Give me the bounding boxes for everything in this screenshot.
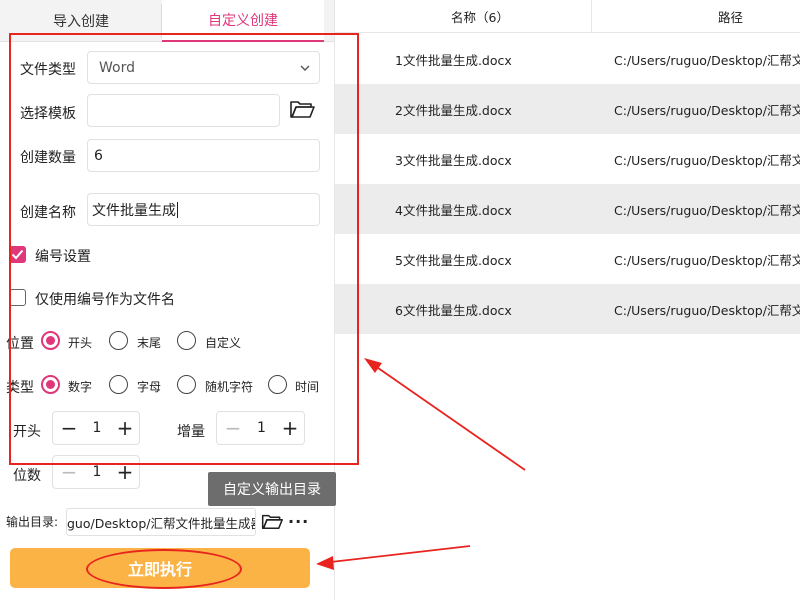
count-label: 创建数量 xyxy=(20,150,76,166)
file-path-cell: C:/Users/ruguo/Desktop/汇帮文件 xyxy=(614,102,800,118)
path-column-header[interactable]: 路径 xyxy=(614,0,800,32)
start-increment-button[interactable]: + xyxy=(111,412,139,444)
only-number-checkbox[interactable] xyxy=(9,289,26,306)
type-number-radio[interactable] xyxy=(41,375,60,394)
template-input[interactable] xyxy=(87,94,280,127)
table-row[interactable]: 4文件批量生成.docx C:/Users/ruguo/Desktop/汇帮文件 xyxy=(335,184,800,234)
file-type-value: Word xyxy=(99,59,135,76)
file-path-cell: C:/Users/ruguo/Desktop/汇帮文件 xyxy=(614,302,800,318)
text-cursor xyxy=(177,201,178,218)
output-dir-label: 输出目录: xyxy=(6,515,59,529)
table-row[interactable]: 2文件批量生成.docx C:/Users/ruguo/Desktop/汇帮文件 xyxy=(335,84,800,134)
numbering-checkbox[interactable] xyxy=(9,246,26,263)
type-letter-label: 字母 xyxy=(137,380,162,394)
file-name-cell: 1文件批量生成.docx xyxy=(395,52,512,68)
name-label: 创建名称 xyxy=(20,205,76,221)
increment-label: 增量 xyxy=(177,424,205,440)
file-type-label: 文件类型 xyxy=(20,62,76,78)
position-start-radio[interactable] xyxy=(41,331,60,350)
increment-value[interactable]: 1 xyxy=(247,412,276,444)
start-stepper: − 1 + xyxy=(52,411,140,445)
table-header: 名称（6） 路径 xyxy=(335,0,800,33)
settings-panel: 导入创建 自定义创建 文件类型 Word 选择模板 创建数量 6 创建名称 文件… xyxy=(0,0,334,600)
type-random-radio[interactable] xyxy=(177,375,196,394)
file-path-cell: C:/Users/ruguo/Desktop/汇帮文件 xyxy=(614,52,800,68)
position-label: 位置 xyxy=(6,336,34,352)
name-column-header[interactable]: 名称（6） xyxy=(395,0,565,32)
type-random-label: 随机字符 xyxy=(205,380,254,394)
digits-stepper: − 1 + xyxy=(52,455,140,489)
digits-increment-button[interactable]: + xyxy=(111,456,139,488)
position-end-label: 末尾 xyxy=(137,336,162,350)
only-number-label: 仅使用编号作为文件名 xyxy=(35,292,175,308)
position-end-radio[interactable] xyxy=(109,331,128,350)
start-value[interactable]: 1 xyxy=(83,412,111,444)
more-options-button[interactable]: ··· xyxy=(288,512,309,531)
chevron-down-icon xyxy=(300,65,310,71)
position-custom-radio[interactable] xyxy=(177,331,196,350)
output-folder-icon[interactable] xyxy=(261,512,283,531)
type-label: 类型 xyxy=(6,380,34,396)
name-input[interactable]: 文件批量生成 xyxy=(87,193,320,226)
tab-custom[interactable]: 自定义创建 xyxy=(162,0,324,42)
output-dir-tooltip: 自定义输出目录 xyxy=(208,472,336,506)
tab-bar: 导入创建 自定义创建 xyxy=(0,0,334,42)
table-row[interactable]: 1文件批量生成.docx C:/Users/ruguo/Desktop/汇帮文件 xyxy=(335,34,800,84)
file-path-cell: C:/Users/ruguo/Desktop/汇帮文件 xyxy=(614,152,800,168)
type-number-label: 数字 xyxy=(68,380,93,394)
file-type-select[interactable]: Word xyxy=(87,51,320,84)
name-value: 文件批量生成 xyxy=(92,202,176,219)
position-start-label: 开头 xyxy=(68,336,93,350)
type-time-radio[interactable] xyxy=(268,375,287,394)
file-table: 名称（6） 路径 1文件批量生成.docx C:/Users/ruguo/Des… xyxy=(334,0,800,600)
increment-decrement-button[interactable]: − xyxy=(219,412,247,444)
count-input[interactable]: 6 xyxy=(87,139,320,172)
tab-import[interactable]: 导入创建 xyxy=(0,0,162,42)
output-dir-input[interactable]: guo/Desktop/汇帮文件批量生成器 xyxy=(66,508,256,536)
start-decrement-button[interactable]: − xyxy=(55,412,83,444)
type-time-label: 时间 xyxy=(295,380,320,394)
table-row[interactable]: 6文件批量生成.docx C:/Users/ruguo/Desktop/汇帮文件 xyxy=(335,284,800,334)
position-custom-label: 自定义 xyxy=(205,336,242,350)
run-button[interactable]: 立即执行 xyxy=(10,548,310,588)
type-letter-radio[interactable] xyxy=(109,375,128,394)
file-name-cell: 5文件批量生成.docx xyxy=(395,252,512,268)
file-name-cell: 6文件批量生成.docx xyxy=(395,302,512,318)
folder-open-icon[interactable] xyxy=(289,98,315,120)
start-label: 开头 xyxy=(13,424,41,440)
file-name-cell: 2文件批量生成.docx xyxy=(395,102,512,118)
digits-label: 位数 xyxy=(13,468,41,484)
file-name-cell: 4文件批量生成.docx xyxy=(395,202,512,218)
increment-stepper: − 1 + xyxy=(216,411,305,445)
table-row[interactable]: 5文件批量生成.docx C:/Users/ruguo/Desktop/汇帮文件 xyxy=(335,234,800,284)
increment-increment-button[interactable]: + xyxy=(276,412,304,444)
template-label: 选择模板 xyxy=(20,106,76,122)
file-name-cell: 3文件批量生成.docx xyxy=(395,152,512,168)
digits-value[interactable]: 1 xyxy=(83,456,111,488)
file-path-cell: C:/Users/ruguo/Desktop/汇帮文件 xyxy=(614,252,800,268)
file-path-cell: C:/Users/ruguo/Desktop/汇帮文件 xyxy=(614,202,800,218)
table-row[interactable]: 3文件批量生成.docx C:/Users/ruguo/Desktop/汇帮文件 xyxy=(335,134,800,184)
check-icon xyxy=(11,249,24,260)
digits-decrement-button[interactable]: − xyxy=(55,456,83,488)
column-divider xyxy=(591,0,592,32)
numbering-label: 编号设置 xyxy=(35,249,91,265)
